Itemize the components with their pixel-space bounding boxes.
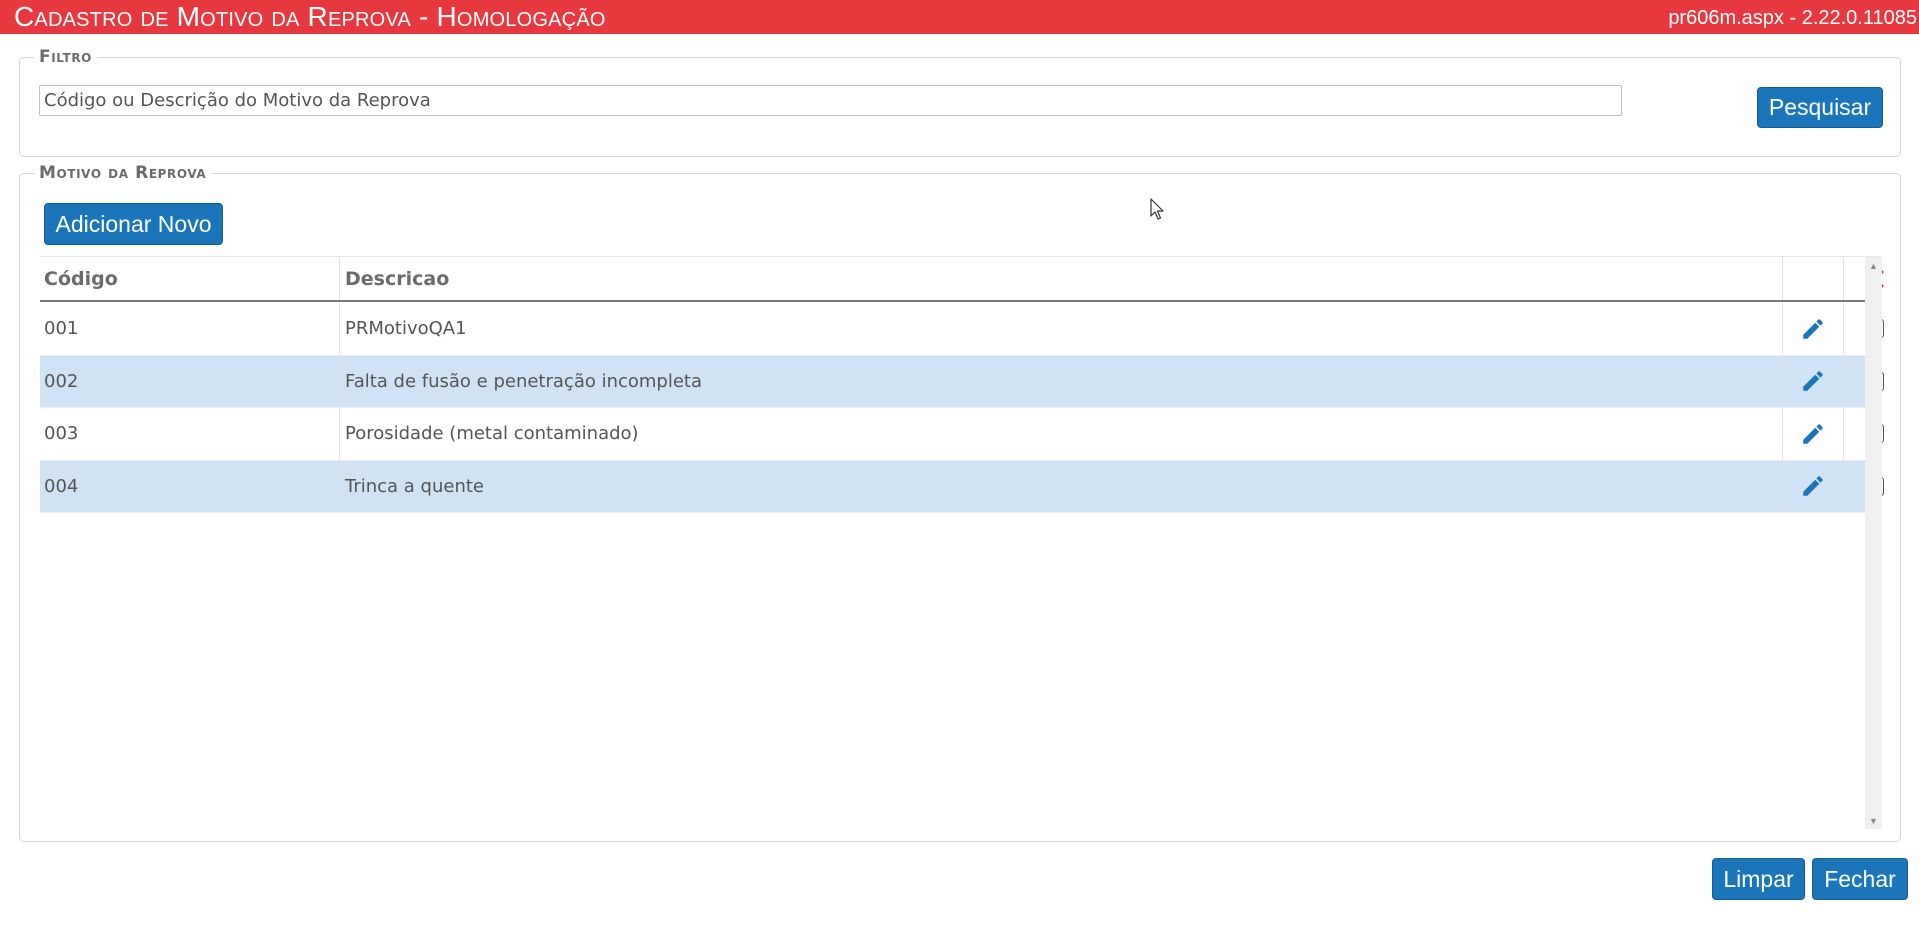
cell-descricao: Porosidade (metal contaminado) <box>340 408 1783 460</box>
cell-codigo: 002 <box>40 355 340 407</box>
table-row[interactable]: 003 Porosidade (metal contaminado) <box>40 408 1884 461</box>
grid-header: Código Descricao <box>40 257 1883 302</box>
mouse-cursor-icon <box>1150 198 1164 220</box>
close-button[interactable]: Fechar <box>1812 858 1908 900</box>
edit-button[interactable] <box>1783 460 1844 512</box>
cell-descricao: PRMotivoQA1 <box>340 303 1783 355</box>
cell-descricao: Falta de fusão e penetração incompleta <box>340 355 1783 407</box>
pencil-icon <box>1803 371 1823 391</box>
edit-button[interactable] <box>1783 408 1844 460</box>
add-new-button[interactable]: Adicionar Novo <box>44 203 223 245</box>
version-label: pr606m.aspx - 2.22.0.11085 <box>1668 7 1917 29</box>
edit-button[interactable] <box>1783 355 1844 407</box>
table-row[interactable]: 001 PRMotivoQA1 <box>40 303 1884 356</box>
grid-scrollbar[interactable]: ▲ ▼ <box>1865 257 1882 829</box>
page-title: Cadastro de Motivo da Reprova - Homologa… <box>14 1 606 32</box>
table-row[interactable]: 004 Trinca a quente <box>40 460 1884 513</box>
motivo-legend: Motivo da Reprova <box>39 163 207 183</box>
search-input[interactable] <box>39 85 1622 116</box>
pencil-icon <box>1803 423 1823 444</box>
pencil-icon <box>1803 318 1823 339</box>
column-header-edit <box>1783 257 1844 300</box>
scroll-down-icon[interactable]: ▼ <box>1865 812 1882 829</box>
title-bar: Cadastro de Motivo da Reprova - Homologa… <box>0 0 1919 34</box>
scroll-up-icon[interactable]: ▲ <box>1865 257 1882 274</box>
pencil-icon <box>1803 476 1823 496</box>
cell-codigo: 001 <box>40 303 340 355</box>
column-header-codigo[interactable]: Código <box>40 257 340 300</box>
grid-body: 001 PRMotivoQA1 002 Falta de fusão e pen… <box>40 303 1884 513</box>
filter-legend: Filtro <box>39 47 92 67</box>
edit-button[interactable] <box>1783 303 1844 355</box>
clear-button[interactable]: Limpar <box>1712 858 1805 900</box>
cell-codigo: 003 <box>40 408 340 460</box>
cell-descricao: Trinca a quente <box>340 460 1783 512</box>
table-row[interactable]: 002 Falta de fusão e penetração incomple… <box>40 355 1884 408</box>
column-header-descricao[interactable]: Descricao <box>340 257 1783 300</box>
cell-codigo: 004 <box>40 460 340 512</box>
motivo-grid: Código Descricao 001 PRMotivoQA1 002 Fal… <box>40 256 1884 829</box>
search-button[interactable]: Pesquisar <box>1757 87 1883 128</box>
